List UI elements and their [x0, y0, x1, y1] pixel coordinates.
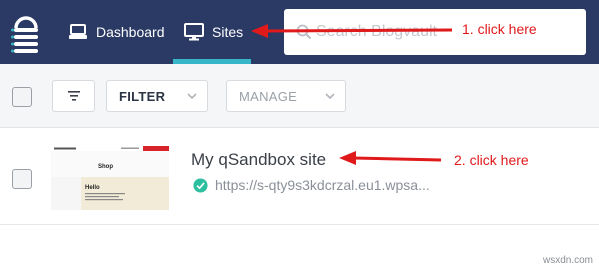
nav-sites-label: Sites: [212, 24, 244, 40]
thumbnail-hello-heading: Hello: [85, 185, 100, 191]
site-select-checkbox[interactable]: [12, 169, 32, 189]
site-thumbnail[interactable]: Shop Hello: [51, 146, 169, 210]
annotation-label-2: 2. click here: [454, 152, 529, 168]
filter-dropdown[interactable]: FILTER: [106, 80, 208, 112]
sites-toolbar: FILTER MANAGE: [0, 64, 599, 128]
search-icon: [296, 24, 312, 40]
annotation-label-1: 1. click here: [462, 21, 537, 37]
check-circle-icon: [193, 177, 208, 193]
filter-label: FILTER: [119, 88, 166, 104]
blogvault-logo-icon[interactable]: [11, 10, 41, 54]
nav-item-sites[interactable]: Sites: [184, 0, 243, 64]
nav-item-dashboard[interactable]: Dashboard: [68, 0, 165, 64]
search-input[interactable]: [316, 20, 466, 44]
thumbnail-shop-title: Shop: [98, 164, 113, 170]
chevron-down-icon: [325, 93, 335, 100]
monitor-icon: [184, 23, 204, 41]
watermark-text: wsxdn.com: [542, 255, 593, 266]
nav-dashboard-label: Dashboard: [96, 24, 165, 40]
manage-dropdown[interactable]: MANAGE: [226, 80, 346, 112]
site-url[interactable]: https://s-qty9s3kdcrzal.eu1.wpsa...: [215, 177, 430, 193]
site-url-row: https://s-qty9s3kdcrzal.eu1.wpsa...: [193, 177, 430, 193]
site-list-item[interactable]: Shop Hello My qSandbox site https://s-qt…: [0, 129, 599, 225]
empty-list-area: wsxdn.com: [0, 226, 599, 269]
sort-button[interactable]: [52, 80, 95, 112]
site-name-link[interactable]: My qSandbox site: [191, 150, 326, 170]
chevron-down-icon: [187, 93, 197, 100]
site-thumbnail-image: Shop Hello: [51, 146, 169, 210]
select-all-checkbox[interactable]: [12, 87, 32, 107]
dashboard-icon: [69, 24, 87, 39]
manage-label: MANAGE: [239, 88, 298, 104]
sort-icon: [68, 91, 80, 101]
